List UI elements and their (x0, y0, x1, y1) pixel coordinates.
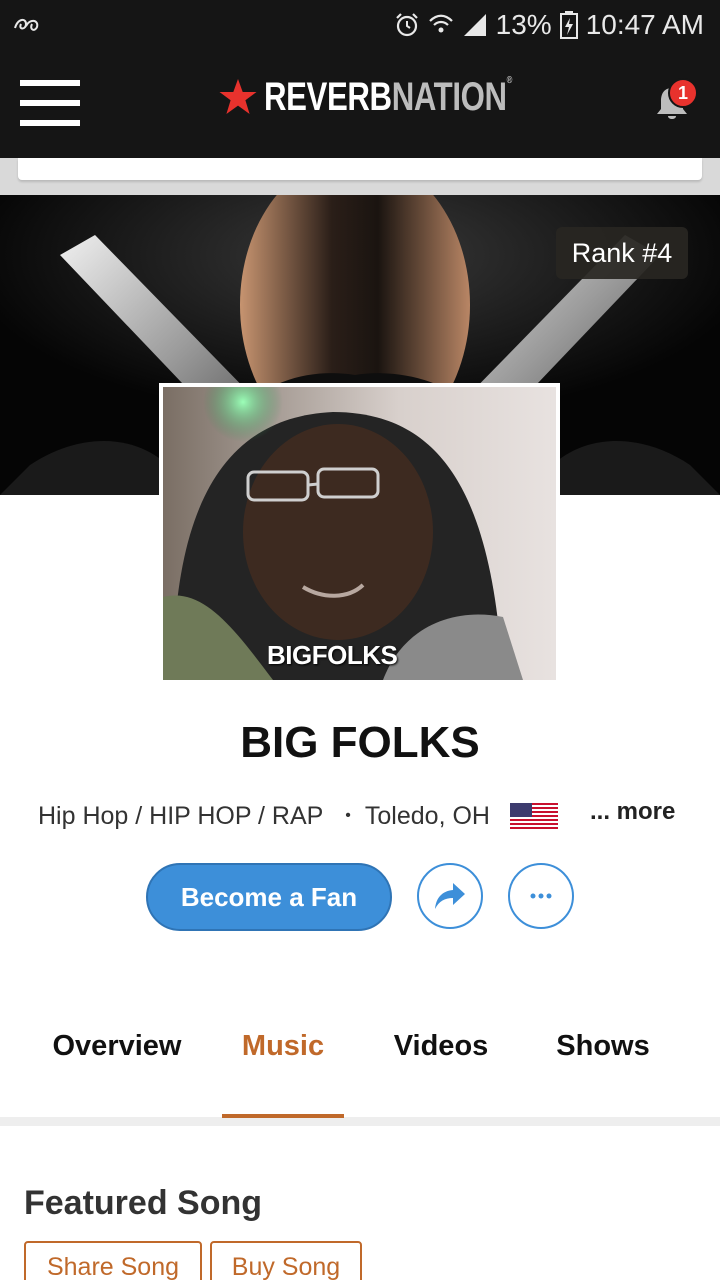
logo-text-reverb: REVERB (264, 74, 392, 119)
profile-photo-image (163, 387, 556, 680)
card-edge (18, 158, 702, 180)
rank-badge: Rank #4 (556, 227, 688, 279)
become-fan-button[interactable]: Become a Fan (146, 863, 392, 931)
menu-icon[interactable] (20, 80, 80, 128)
logo-wordmark: REVERBNATION® (264, 75, 512, 120)
battery-icon (559, 11, 578, 39)
profile-photo[interactable] (163, 387, 556, 680)
location-text: Toledo, OH (364, 801, 490, 830)
more-options-button[interactable] (508, 863, 574, 929)
tab-divider (0, 1117, 720, 1126)
us-flag-icon (509, 803, 558, 829)
share-button[interactable] (417, 863, 483, 929)
tab-music[interactable]: Music (212, 1030, 354, 1090)
notification-badge[interactable]: 1 (668, 78, 698, 108)
logo-text-nation: NATION (391, 74, 507, 119)
more-link[interactable]: ... more (590, 798, 675, 826)
tab-overview[interactable]: Overview (40, 1030, 194, 1090)
active-tab-indicator (222, 1114, 344, 1118)
tab-videos[interactable]: Videos (372, 1030, 510, 1090)
more-options-icon (530, 893, 552, 899)
clock: 10:47 AM (585, 9, 704, 40)
notification-app-icon (14, 18, 39, 31)
artist-name: BIG FOLKS (240, 718, 480, 767)
battery-percent: 13% (495, 9, 552, 40)
buy-song-button[interactable]: Buy Song (210, 1241, 362, 1280)
app-screen: 13% 10:47 AM REVERBNATION® 1 Rank #4 BIG… (0, 0, 720, 1280)
meta-separator: • (345, 807, 351, 824)
app-header: REVERBNATION® (0, 50, 720, 158)
tab-shows[interactable]: Shows (538, 1030, 668, 1090)
status-bar: 13% 10:47 AM (0, 0, 720, 50)
star-logo-icon (219, 79, 257, 114)
registered-mark: ® (506, 74, 513, 86)
share-song-button[interactable]: Share Song (24, 1241, 202, 1280)
share-icon (435, 883, 465, 909)
photo-caption: BIGFOLKS (267, 640, 398, 670)
alarm-icon (395, 13, 418, 37)
featured-song-title: Featured Song (24, 1184, 263, 1222)
genre-text: Hip Hop / HIP HOP / RAP (38, 801, 324, 830)
wifi-icon (428, 14, 453, 33)
reverbnation-logo[interactable]: REVERBNATION® (218, 74, 582, 120)
profile-tabs: Overview Music Videos Shows (0, 1030, 720, 1118)
signal-icon (463, 14, 486, 36)
